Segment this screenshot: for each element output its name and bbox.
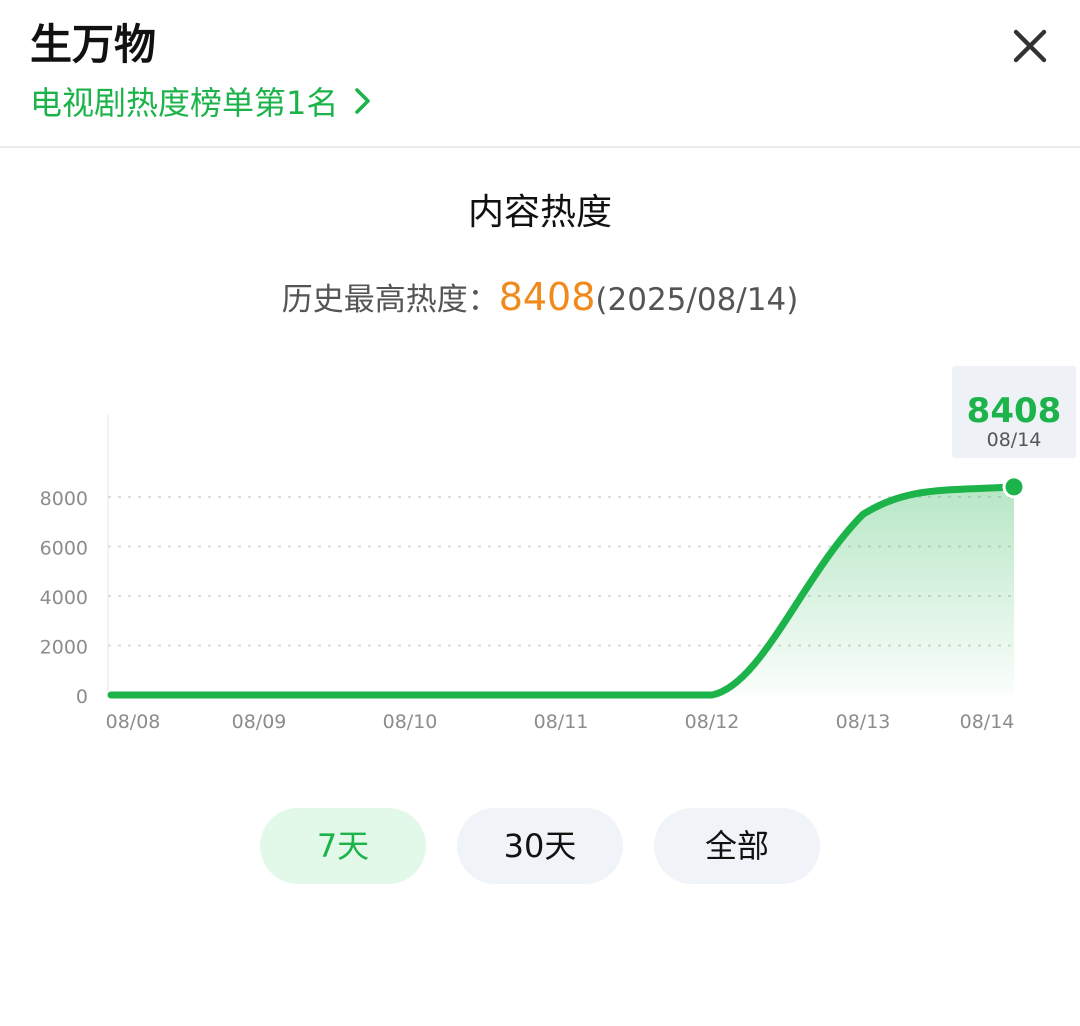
x-tick-label: 08/09 [232, 711, 287, 733]
series-area [111, 486, 1014, 695]
rank-link[interactable]: 电视剧热度榜单第1名 [30, 78, 374, 124]
range-tab-1[interactable]: 30天 [457, 808, 623, 884]
tooltip-value: 8408 [967, 391, 1062, 431]
record-high-label: 历史最高热度： [281, 282, 499, 318]
y-tick-label: 2000 [40, 637, 88, 659]
x-tick-label: 08/10 [383, 711, 438, 733]
x-tick-label: 08/12 [685, 711, 740, 733]
chevron-right-icon [355, 88, 371, 114]
rank-link-label: 电视剧热度榜单第1名 [30, 84, 339, 122]
x-tick-label: 08/13 [836, 711, 891, 733]
close-icon[interactable] [1006, 22, 1054, 70]
record-high: 历史最高热度：8408(2025/08/14) [0, 270, 1080, 327]
y-tick-label: 0 [76, 686, 88, 708]
x-tick-label: 08/14 [960, 711, 1015, 733]
range-tab-2[interactable]: 全部 [654, 808, 820, 884]
heat-chart: 0 2000 4000 6000 8000 08/08 08/09 08/10 08/11 08/… [40, 366, 1076, 733]
x-tick-label: 08/08 [106, 711, 161, 733]
range-tabs: 7天 30天 全部 [0, 808, 1080, 884]
y-tick-label: 6000 [40, 538, 88, 560]
y-tick-label: 4000 [40, 587, 88, 609]
section-title: 内容热度 [467, 192, 612, 233]
tooltip-date: 08/14 [987, 429, 1042, 451]
x-tick-label: 08/11 [534, 711, 589, 733]
page-title: 生万物 [30, 20, 157, 69]
data-point-08-14[interactable] [1002, 475, 1026, 499]
header: 生万物 电视剧热度榜单第1名 [0, 0, 1080, 148]
range-tab-0[interactable]: 7天 [260, 808, 426, 884]
y-tick-label: 8000 [40, 488, 88, 510]
record-high-value: 8408 [498, 275, 596, 319]
record-high-date: (2025/08/14) [595, 282, 799, 318]
